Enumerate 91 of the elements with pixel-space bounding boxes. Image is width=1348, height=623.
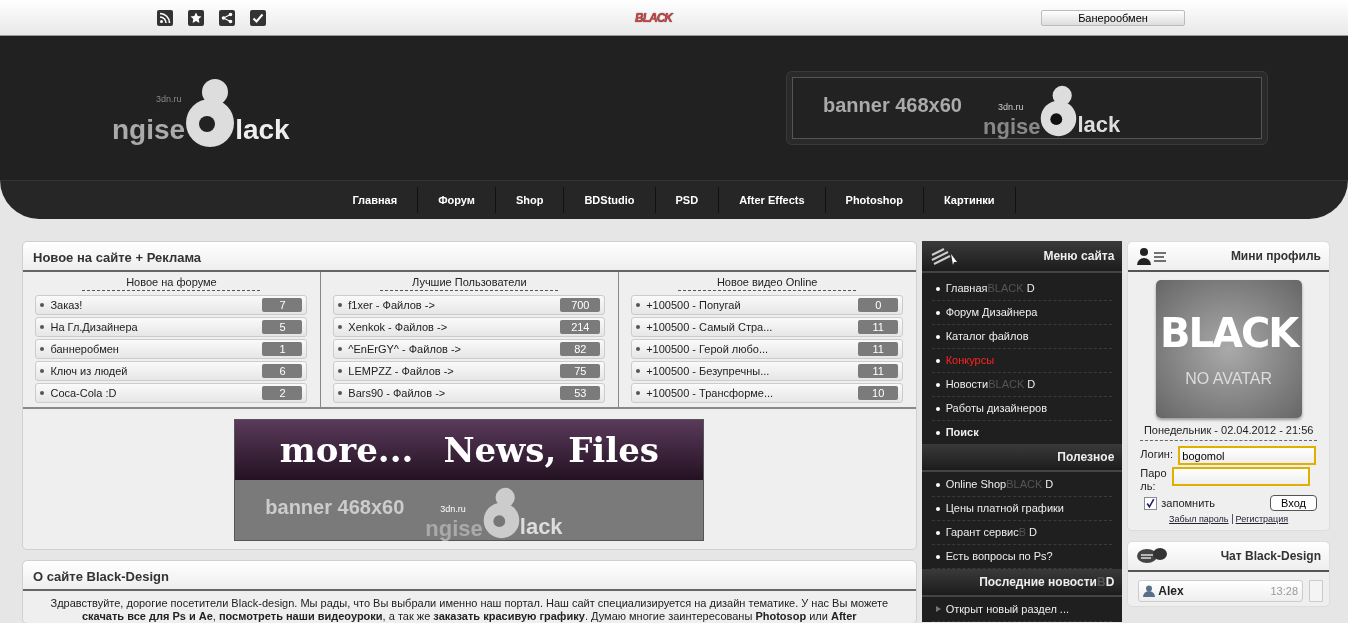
count-badge: 11 (858, 342, 899, 356)
list-item[interactable]: Заказ! 7 (35, 295, 308, 315)
menu-link[interactable]: Форум Дизайнера (931, 301, 1113, 325)
field-label: Логин: (1140, 447, 1174, 462)
list-item[interactable]: Bars90 - Файлов -> 53 (333, 383, 606, 403)
count-badge: 53 (560, 386, 601, 400)
panel-title: Чат Black-Design (1220, 549, 1321, 563)
logo-text: lack (235, 116, 290, 144)
menu-link[interactable]: Открыт новый раздел ... (931, 598, 1113, 622)
count-badge: 7 (262, 298, 303, 312)
nav-link[interactable]: Картинки (924, 187, 1016, 213)
nav-link[interactable]: Главная (332, 187, 419, 213)
count-badge: 75 (560, 364, 601, 378)
site-logo[interactable]: BLACK (635, 10, 672, 25)
password-field[interactable] (1172, 467, 1311, 486)
section-title-text: Последние новостиBD (979, 575, 1115, 589)
nav-link[interactable]: PSD (655, 187, 720, 213)
count-badge: 0 (858, 298, 899, 312)
text-link[interactable]: Забыл пароль (1169, 514, 1229, 524)
menu-link[interactable]: Работы дизайнеров (931, 397, 1113, 421)
count-badge: 5 (262, 320, 303, 334)
scrollbar[interactable] (1309, 580, 1323, 602)
section-title-text: Меню сайта (1043, 249, 1115, 263)
list-item[interactable]: Ключ из людей 6 (35, 361, 308, 381)
menu-link[interactable]: НовостиBLACK D (931, 373, 1113, 397)
list-item[interactable]: +100500 - Безупречны... 11 (631, 361, 904, 381)
list-item[interactable]: ^EnErGY^ - Файлов -> 82 (333, 339, 606, 359)
remember-checkbox[interactable] (1144, 496, 1158, 510)
avatar-caption: NO AVATAR (1185, 370, 1273, 388)
share-icon[interactable] (219, 9, 235, 26)
count-badge: 10 (858, 386, 899, 400)
count-badge: 11 (858, 364, 899, 378)
logo-icon (185, 78, 236, 148)
date-text: Понедельник - 02.04.2012 - 21:56 (1140, 424, 1317, 441)
star-icon[interactable] (188, 9, 204, 26)
list-item[interactable]: На Гл.Дизайнера 5 (35, 317, 308, 337)
chat-bubbles-icon (1136, 547, 1169, 565)
list-item[interactable]: Xenkok - Файлов -> 214 (333, 317, 606, 337)
list-item[interactable]: Coca-Cola :D 2 (35, 383, 308, 403)
rss-icon[interactable] (157, 9, 173, 26)
checkbox-label: запомнить (1161, 497, 1217, 509)
login-button[interactable]: Вход (1270, 495, 1317, 511)
paragraph: скачать все для Ps и Ae, посмотреть наши видеоуроки, а так же заказать красивую графику. Думаю многие заинтересованы Photosop или After (81, 610, 858, 623)
list-item[interactable]: баннеробмен 1 (35, 339, 308, 359)
user-list-icon (1136, 247, 1169, 265)
domain-text: 3dn.ru (156, 94, 182, 104)
logo-text: ngise (112, 116, 186, 144)
user-name: Alex (1158, 584, 1184, 598)
field-label: Пароль: (1140, 467, 1168, 493)
section-title-text: Полезное (1057, 450, 1115, 464)
panel-title: Новое на сайте + Реклама (23, 242, 916, 272)
nav-link[interactable]: Photoshop (825, 187, 924, 213)
count-badge: 82 (560, 342, 601, 356)
text-link[interactable]: Регистрация (1235, 514, 1289, 524)
list-item[interactable]: +100500 - Самый Стра... 11 (631, 317, 904, 337)
advert-banner[interactable]: more... News, Files banner 468x60 ngise lack 3dn.ru (234, 419, 705, 541)
banner-exchange-button[interactable]: Банерообмен (1041, 9, 1185, 26)
count-badge: 6 (262, 364, 303, 378)
check-icon[interactable] (250, 9, 266, 26)
count-badge: 700 (560, 298, 601, 312)
menu-link[interactable]: Каталог файлов (931, 325, 1113, 349)
panel-title: О сайте Black-Design (23, 561, 916, 591)
paragraph: Здравствуйте, дорогие посетители Black-design. Мы рады, что Вы выбрали именно наш портал. Наш сайт специализируется на дизайн тематике. У нас Вы можете (49, 597, 890, 610)
count-badge: 2 (262, 386, 303, 400)
count-badge: 11 (858, 320, 899, 334)
column-title: Новое на форуме (82, 276, 261, 291)
advert-banner[interactable]: banner 468x60 ngise lack 3dn.ru (792, 77, 1262, 139)
menu-link[interactable]: Поиск (931, 421, 1113, 444)
nav-link[interactable]: Форум (418, 187, 496, 213)
brand-text: BLACK (1160, 310, 1298, 356)
nav-link[interactable]: Shop (495, 187, 565, 213)
pencil-cursor-icon (929, 246, 960, 266)
menu-link[interactable]: Гарант сервисB D (931, 521, 1113, 545)
list-item[interactable]: +100500 - Герой любо... 11 (631, 339, 904, 359)
list-item[interactable]: f1xer - Файлов -> 700 (333, 295, 606, 315)
panel-title: Мини профиль (1230, 249, 1321, 263)
nav-link[interactable]: BDStudio (564, 187, 656, 213)
user-icon (1143, 585, 1156, 597)
list-item[interactable]: +100500 - Попугай 0 (631, 295, 904, 315)
column-title: Лучшие Пользователи (380, 276, 559, 291)
menu-link[interactable]: Конкурсы (931, 349, 1113, 373)
login-field[interactable]: bogomol (1178, 446, 1317, 465)
message-time: 13:28 (1270, 585, 1298, 597)
count-badge: 1 (262, 342, 303, 356)
list-item[interactable]: LEMPZZ - Файлов -> 75 (333, 361, 606, 381)
menu-link[interactable]: Online ShopBLACK D (931, 473, 1113, 497)
nav-link[interactable]: After Effects (719, 187, 826, 213)
column-title: Новое видео Online (678, 276, 857, 291)
menu-link[interactable]: Цены платной графики (931, 497, 1113, 521)
list-item[interactable]: +100500 - Трансформе... 10 (631, 383, 904, 403)
count-badge: 214 (560, 320, 601, 334)
